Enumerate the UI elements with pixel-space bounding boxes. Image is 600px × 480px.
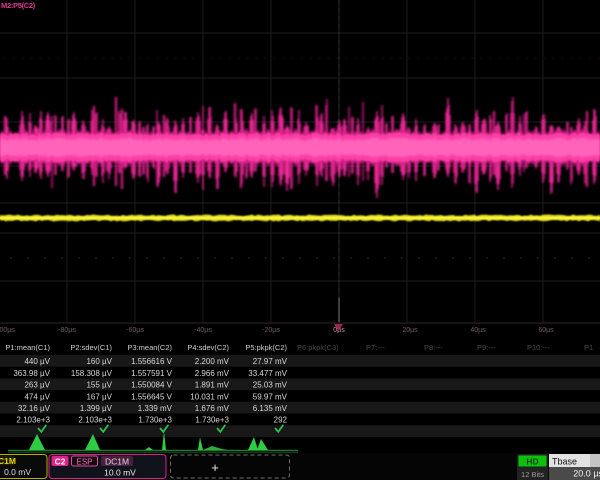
svg-text:440 µV: 440 µV [24, 357, 50, 366]
svg-text:DC1M: DC1M [105, 457, 129, 467]
svg-text:33.477 mV: 33.477 mV [248, 369, 287, 378]
svg-text:P8:---: P8:--- [424, 343, 443, 352]
svg-text:HD: HD [526, 457, 538, 467]
svg-text:1.557591 V: 1.557591 V [131, 369, 173, 378]
svg-text:-100µs: -100µs [0, 327, 15, 334]
svg-text:1.339 mV: 1.339 mV [138, 404, 173, 413]
svg-text:363.98 µV: 363.98 µV [13, 369, 50, 378]
svg-text:2.103e+3: 2.103e+3 [78, 416, 112, 425]
svg-text:60µs: 60µs [538, 327, 554, 334]
svg-text:10.0 mV: 10.0 mV [104, 468, 136, 478]
svg-text:27.97 mV: 27.97 mV [253, 357, 288, 366]
svg-text:P7:---: P7:--- [366, 343, 385, 352]
svg-text:1.730e+3: 1.730e+3 [138, 416, 172, 425]
svg-text:P2:sdev(C1): P2:sdev(C1) [70, 343, 112, 352]
svg-text:1.891 mV: 1.891 mV [195, 381, 230, 390]
svg-text:59.97 mV: 59.97 mV [253, 392, 288, 401]
svg-text:+: + [211, 460, 219, 475]
svg-text:6.135 mV: 6.135 mV [253, 404, 288, 413]
svg-text:263 µV: 263 µV [24, 381, 50, 390]
svg-text:P6:pkpk(C3): P6:pkpk(C3) [297, 343, 339, 352]
svg-text:P4:sdev(C2): P4:sdev(C2) [187, 343, 229, 352]
svg-text:-20µs: -20µs [262, 327, 280, 334]
svg-text:-40µs: -40µs [194, 327, 212, 334]
svg-text:2.966 mV: 2.966 mV [195, 369, 230, 378]
svg-text:20µs: 20µs [402, 327, 418, 334]
svg-text:155 µV: 155 µV [86, 381, 112, 390]
svg-text:-80µs: -80µs [58, 327, 76, 334]
svg-text:1.676 mV: 1.676 mV [195, 404, 230, 413]
svg-text:P9:---: P9:--- [477, 343, 496, 352]
svg-text:1.556645 V: 1.556645 V [131, 392, 173, 401]
svg-text:474 µV: 474 µV [24, 392, 50, 401]
svg-text:20.0 µs: 20.0 µs [573, 469, 600, 479]
svg-text:160 µV: 160 µV [86, 357, 112, 366]
svg-text:12 Bits: 12 Bits [521, 470, 544, 479]
svg-text:292: 292 [274, 416, 288, 425]
svg-text:10.031 mV: 10.031 mV [190, 392, 229, 401]
svg-text:1.550084 V: 1.550084 V [131, 381, 173, 390]
svg-text:1.730e+3: 1.730e+3 [195, 416, 229, 425]
svg-text:1.556616 V: 1.556616 V [131, 357, 173, 366]
svg-text:M2:P5(C2): M2:P5(C2) [1, 1, 36, 10]
svg-text:2.200 mV: 2.200 mV [195, 357, 230, 366]
svg-text:DC1M: DC1M [0, 456, 16, 466]
svg-text:P5:pkpk(C2): P5:pkpk(C2) [245, 343, 287, 352]
svg-text:P1: P1 [584, 343, 593, 352]
svg-text:32.16 µV: 32.16 µV [18, 404, 51, 413]
svg-text:P10:---: P10:--- [527, 343, 550, 352]
svg-text:158.308 µV: 158.308 µV [71, 369, 113, 378]
svg-text:167 µV: 167 µV [86, 392, 112, 401]
svg-text:40µs: 40µs [470, 327, 486, 334]
svg-text:ESP: ESP [76, 458, 92, 467]
svg-text:0.0 mV: 0.0 mV [4, 467, 31, 477]
svg-text:1.399 µV: 1.399 µV [80, 404, 113, 413]
svg-text:Tbase: Tbase [552, 457, 577, 467]
svg-text:C2: C2 [55, 457, 66, 467]
svg-text:2.103e+3: 2.103e+3 [16, 416, 50, 425]
svg-text:P1:mean(C1): P1:mean(C1) [5, 343, 50, 352]
svg-text:25.03 mV: 25.03 mV [253, 381, 288, 390]
svg-text:P3:mean(C2): P3:mean(C2) [127, 343, 172, 352]
svg-text:-60µs: -60µs [126, 327, 144, 334]
